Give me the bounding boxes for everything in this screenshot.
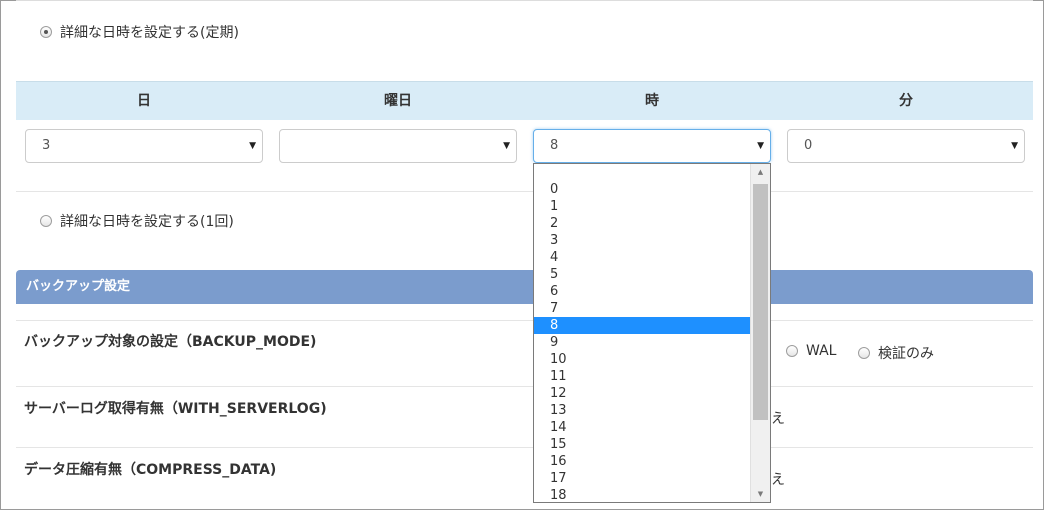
hour-select[interactable]: 8 ▼ (533, 129, 771, 163)
chevron-down-icon: ▼ (757, 141, 764, 151)
schedule-header-row: 日 曜日 時 分 (16, 81, 1033, 120)
hour-option[interactable]: 7 (534, 300, 750, 317)
top-divider (16, 0, 1033, 1)
hour-option[interactable]: 0 (534, 181, 750, 198)
day-select[interactable]: 3 ▼ (25, 129, 263, 163)
weekday-select[interactable]: ▼ (279, 129, 517, 163)
hour-option[interactable]: 4 (534, 249, 750, 266)
radio-unchecked-icon[interactable] (40, 215, 52, 227)
backup-mode-option-wal[interactable]: WAL (786, 343, 836, 359)
scroll-down-icon[interactable]: ▼ (751, 486, 770, 502)
periodic-schedule-label: 詳細な日時を設定する(定期) (60, 25, 239, 41)
divider (16, 386, 1033, 387)
wal-option-label: WAL (806, 343, 837, 359)
day-select-value: 3 (42, 138, 51, 153)
header-minute: 分 (899, 93, 913, 109)
hour-dropdown-list[interactable]: 0 1 2 3 4 5 6 7 8 9 10 11 12 13 14 15 16 17 18 ▲ ▼ (533, 163, 771, 503)
once-schedule-label: 詳細な日時を設定する(1回) (60, 214, 234, 230)
hour-option[interactable]: 11 (534, 368, 750, 385)
hour-option[interactable]: 15 (534, 436, 750, 453)
divider (16, 447, 1033, 448)
backup-section-title: バックアップ設定 (16, 270, 1033, 304)
compress-data-label: データ圧縮有無（COMPRESS_DATA) (24, 462, 277, 478)
hour-option[interactable]: 10 (534, 351, 750, 368)
radio-unchecked-icon[interactable] (858, 347, 870, 359)
hour-option[interactable]: 8 (534, 317, 750, 334)
chevron-down-icon: ▼ (1011, 141, 1018, 151)
header-hour: 時 (645, 93, 659, 109)
verify-option-label: 検証のみ (878, 346, 934, 362)
chevron-down-icon: ▼ (503, 141, 510, 151)
periodic-schedule-option[interactable]: 詳細な日時を設定する(定期) (40, 22, 239, 42)
server-log-label: サーバーログ取得有無（WITH_SERVERLOG) (24, 401, 327, 417)
minute-select[interactable]: 0 ▼ (787, 129, 1025, 163)
window-frame (0, 0, 1044, 510)
hour-option[interactable]: 1 (534, 198, 750, 215)
hour-select-value: 8 (550, 138, 559, 153)
radio-unchecked-icon[interactable] (786, 345, 798, 357)
scrollbar-thumb[interactable] (753, 184, 768, 420)
hour-option[interactable]: 14 (534, 419, 750, 436)
hour-option[interactable]: 17 (534, 470, 750, 487)
hour-option[interactable]: 13 (534, 402, 750, 419)
hour-option[interactable]: 12 (534, 385, 750, 402)
divider (16, 320, 1033, 321)
hour-option[interactable]: 5 (534, 266, 750, 283)
dropdown-scrollbar[interactable]: ▲ ▼ (750, 164, 770, 502)
backup-mode-option-verify[interactable]: 検証のみ (858, 343, 934, 363)
hour-option[interactable]: 16 (534, 453, 750, 470)
hour-option[interactable]: 18 (534, 487, 750, 502)
backup-mode-label: バックアップ対象の設定（BACKUP_MODE) (24, 334, 317, 350)
chevron-down-icon: ▼ (249, 141, 256, 151)
hour-option[interactable]: 3 (534, 232, 750, 249)
header-weekday: 曜日 (384, 93, 412, 109)
radio-checked-icon[interactable] (40, 26, 52, 38)
header-day: 日 (137, 93, 151, 109)
compress-data-option-partial: え (771, 472, 785, 488)
hour-options: 0 1 2 3 4 5 6 7 8 9 10 11 12 13 14 15 16 17 18 (534, 181, 750, 502)
divider (16, 191, 1033, 192)
server-log-option-partial: え (771, 411, 785, 427)
minute-select-value: 0 (804, 138, 813, 153)
scroll-up-icon[interactable]: ▲ (751, 164, 770, 180)
hour-option[interactable]: 9 (534, 334, 750, 351)
hour-option[interactable]: 2 (534, 215, 750, 232)
hour-option[interactable]: 6 (534, 283, 750, 300)
once-schedule-option[interactable]: 詳細な日時を設定する(1回) (40, 211, 234, 231)
